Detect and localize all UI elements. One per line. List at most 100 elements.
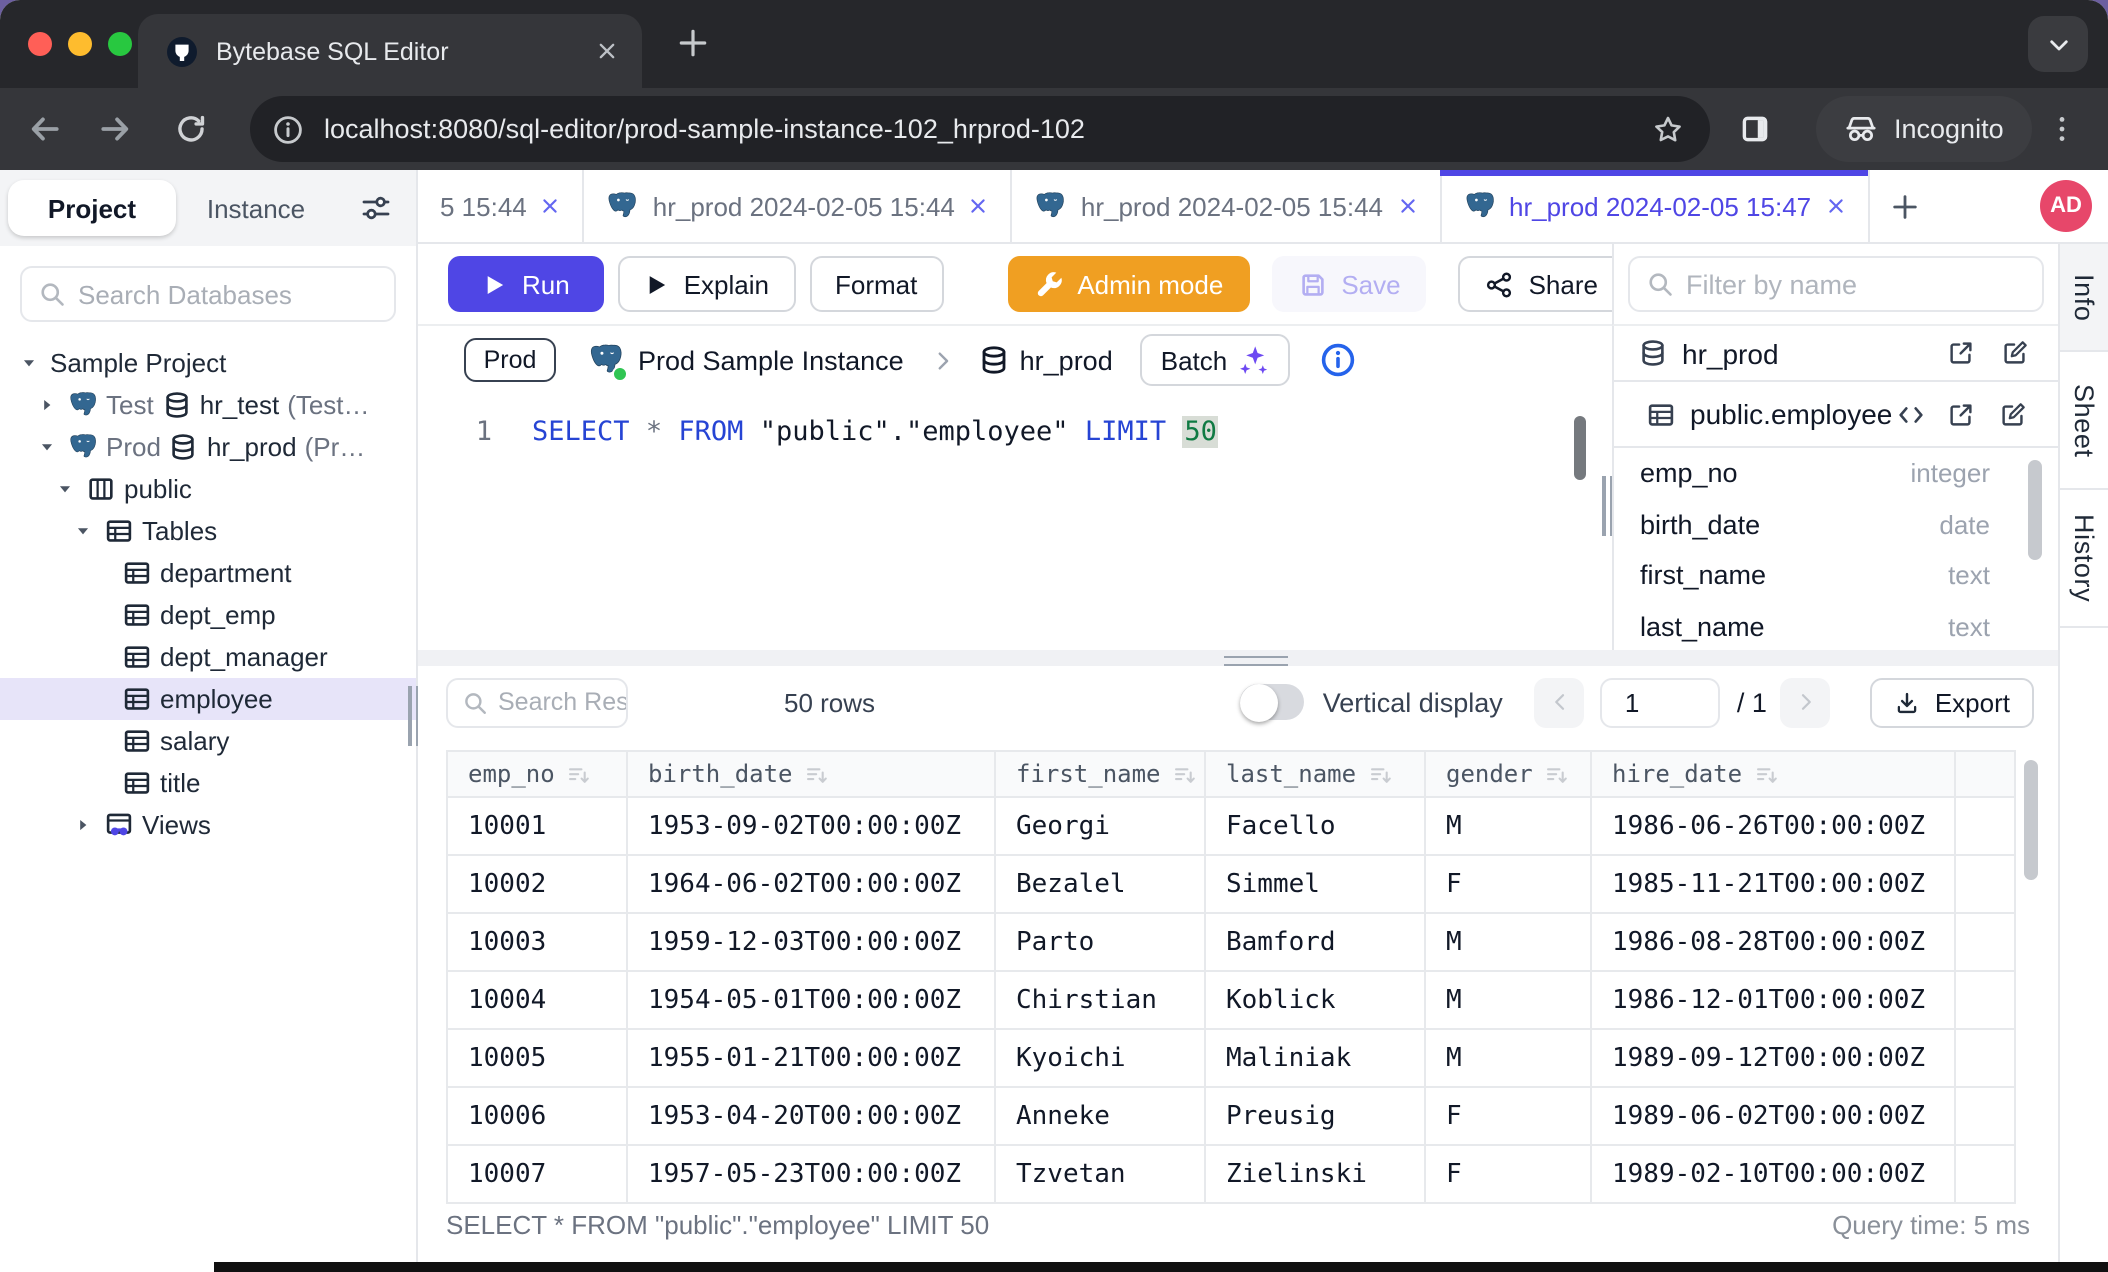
edit-icon[interactable]: [2000, 338, 2030, 368]
site-info-icon[interactable]: [272, 113, 304, 145]
sql-editor[interactable]: 1 SELECT * FROM "public"."employee" LIMI…: [418, 394, 1612, 650]
schema-filter[interactable]: [1628, 256, 2044, 312]
tab-close-icon[interactable]: [596, 40, 618, 62]
tree-item[interactable]: Testhr_test(Test…: [0, 384, 416, 426]
results-divider[interactable]: [418, 650, 2058, 666]
explain-button[interactable]: Explain: [618, 256, 795, 312]
tree-item[interactable]: department: [0, 552, 416, 594]
sort-icon[interactable]: [805, 761, 831, 787]
results-search[interactable]: [446, 677, 628, 727]
tab-search-button[interactable]: [2028, 16, 2088, 72]
caret-right-icon[interactable]: [70, 816, 96, 834]
side-tab-info[interactable]: Info: [2060, 244, 2108, 352]
run-button[interactable]: Run: [448, 256, 604, 312]
sort-icon[interactable]: [1368, 761, 1394, 787]
code-icon[interactable]: [1896, 399, 1926, 429]
filter-settings-icon[interactable]: [360, 192, 392, 224]
caret-right-icon[interactable]: [74, 816, 92, 834]
results-header-cell[interactable]: first_name: [996, 752, 1206, 796]
tree-item[interactable]: salary: [0, 720, 416, 762]
database-name[interactable]: hr_prod: [1020, 345, 1113, 375]
info-circle-icon[interactable]: [1319, 342, 1355, 378]
results-search-input[interactable]: [498, 688, 626, 716]
tree-item[interactable]: title: [0, 762, 416, 804]
edit-icon[interactable]: [1998, 399, 2028, 429]
sort-icon[interactable]: [1754, 761, 1780, 787]
browser-tab[interactable]: Bytebase SQL Editor: [138, 14, 642, 88]
tab-close-icon[interactable]: [969, 196, 989, 216]
traffic-zoom-icon[interactable]: [108, 32, 132, 56]
tab-close-icon[interactable]: [1825, 196, 1845, 216]
editor-tab[interactable]: 5 15:44: [418, 170, 585, 242]
prev-page-button[interactable]: [1535, 677, 1585, 727]
caret-right-icon[interactable]: [38, 396, 56, 414]
column-item[interactable]: first_nametext: [1614, 550, 2058, 601]
results-row[interactable]: 100041954-05-01T00:00:00ZChirstianKoblic…: [448, 972, 2014, 1030]
page-input[interactable]: [1601, 677, 1721, 727]
sort-icon[interactable]: [1173, 761, 1199, 787]
results-row[interactable]: 100011953-09-02T00:00:00ZGeorgiFacelloM1…: [448, 798, 2014, 856]
tree-item[interactable]: public: [0, 468, 416, 510]
table-row-header[interactable]: public.employee: [1614, 382, 2058, 448]
tree-item[interactable]: Sample Project: [0, 342, 416, 384]
tree-item[interactable]: employee: [0, 678, 416, 720]
caret-down-icon[interactable]: [38, 438, 56, 456]
sort-icon[interactable]: [567, 761, 593, 787]
traffic-close-icon[interactable]: [28, 32, 52, 56]
new-query-tab-button[interactable]: [1889, 191, 1919, 221]
tab-instance[interactable]: Instance: [176, 193, 336, 223]
results-scrollbar[interactable]: [2024, 760, 2038, 880]
caret-down-icon[interactable]: [56, 480, 74, 498]
caret-right-icon[interactable]: [34, 396, 60, 414]
export-button[interactable]: Export: [1871, 677, 2034, 727]
database-search-input[interactable]: [78, 279, 394, 309]
tree-item[interactable]: Views: [0, 804, 416, 846]
save-button[interactable]: Save: [1271, 256, 1426, 312]
instance-name[interactable]: Prod Sample Instance: [638, 345, 904, 375]
next-page-button[interactable]: [1781, 677, 1831, 727]
results-header-cell[interactable]: birth_date: [628, 752, 996, 796]
caret-down-icon[interactable]: [16, 354, 42, 372]
new-tab-button[interactable]: [676, 26, 710, 60]
sort-icon[interactable]: [1545, 761, 1571, 787]
results-header-cell[interactable]: emp_no: [448, 752, 628, 796]
caret-down-icon[interactable]: [74, 522, 92, 540]
editor-scrollbar[interactable]: [1574, 416, 1586, 480]
open-external-icon[interactable]: [1946, 399, 1976, 429]
forward-icon[interactable]: [98, 112, 132, 146]
panel-scrollbar[interactable]: [2028, 460, 2042, 560]
editor-tab[interactable]: hr_prod 2024-02-05 15:44: [1013, 170, 1441, 242]
caret-down-icon[interactable]: [34, 438, 60, 456]
back-icon[interactable]: [28, 112, 62, 146]
divider-grip-icon[interactable]: [1224, 655, 2058, 666]
tab-close-icon[interactable]: [541, 196, 561, 216]
editor-tab[interactable]: hr_prod 2024-02-05 15:47: [1441, 170, 1869, 242]
database-row[interactable]: hr_prod: [1614, 326, 2058, 382]
bookmark-star-icon[interactable]: [1652, 113, 1684, 145]
results-row[interactable]: 100071957-05-23T00:00:00ZTzvetanZielinsk…: [448, 1146, 2014, 1204]
tab-close-icon[interactable]: [1397, 196, 1417, 216]
side-panel-icon[interactable]: [1738, 112, 1772, 146]
admin-mode-button[interactable]: Admin mode: [1007, 256, 1249, 312]
column-item[interactable]: emp_nointeger: [1614, 448, 2058, 499]
results-row[interactable]: 100021964-06-02T00:00:00ZBezalelSimmelF1…: [448, 856, 2014, 914]
avatar[interactable]: AD: [2040, 180, 2092, 232]
results-row[interactable]: 100061953-04-20T00:00:00ZAnnekePreusigF1…: [448, 1088, 2014, 1146]
side-tab-history[interactable]: History: [2060, 490, 2108, 628]
caret-down-icon[interactable]: [20, 354, 38, 372]
column-item[interactable]: birth_datedate: [1614, 499, 2058, 550]
tree-item[interactable]: Prodhr_prod(Pr…: [0, 426, 416, 468]
caret-down-icon[interactable]: [70, 522, 96, 540]
url-bar[interactable]: localhost:8080/sql-editor/prod-sample-in…: [250, 96, 1710, 162]
open-external-icon[interactable]: [1946, 338, 1976, 368]
results-header-cell[interactable]: last_name: [1206, 752, 1426, 796]
database-search[interactable]: [20, 266, 396, 322]
format-button[interactable]: Format: [809, 256, 943, 312]
results-row[interactable]: 100031959-12-03T00:00:00ZPartoBamfordM19…: [448, 914, 2014, 972]
column-item[interactable]: last_nametext: [1614, 601, 2058, 650]
reload-icon[interactable]: [174, 112, 208, 146]
results-row[interactable]: 100051955-01-21T00:00:00ZKyoichiMaliniak…: [448, 1030, 2014, 1088]
tree-item[interactable]: dept_emp: [0, 594, 416, 636]
batch-button[interactable]: Batch: [1141, 334, 1290, 386]
tree-item[interactable]: dept_manager: [0, 636, 416, 678]
